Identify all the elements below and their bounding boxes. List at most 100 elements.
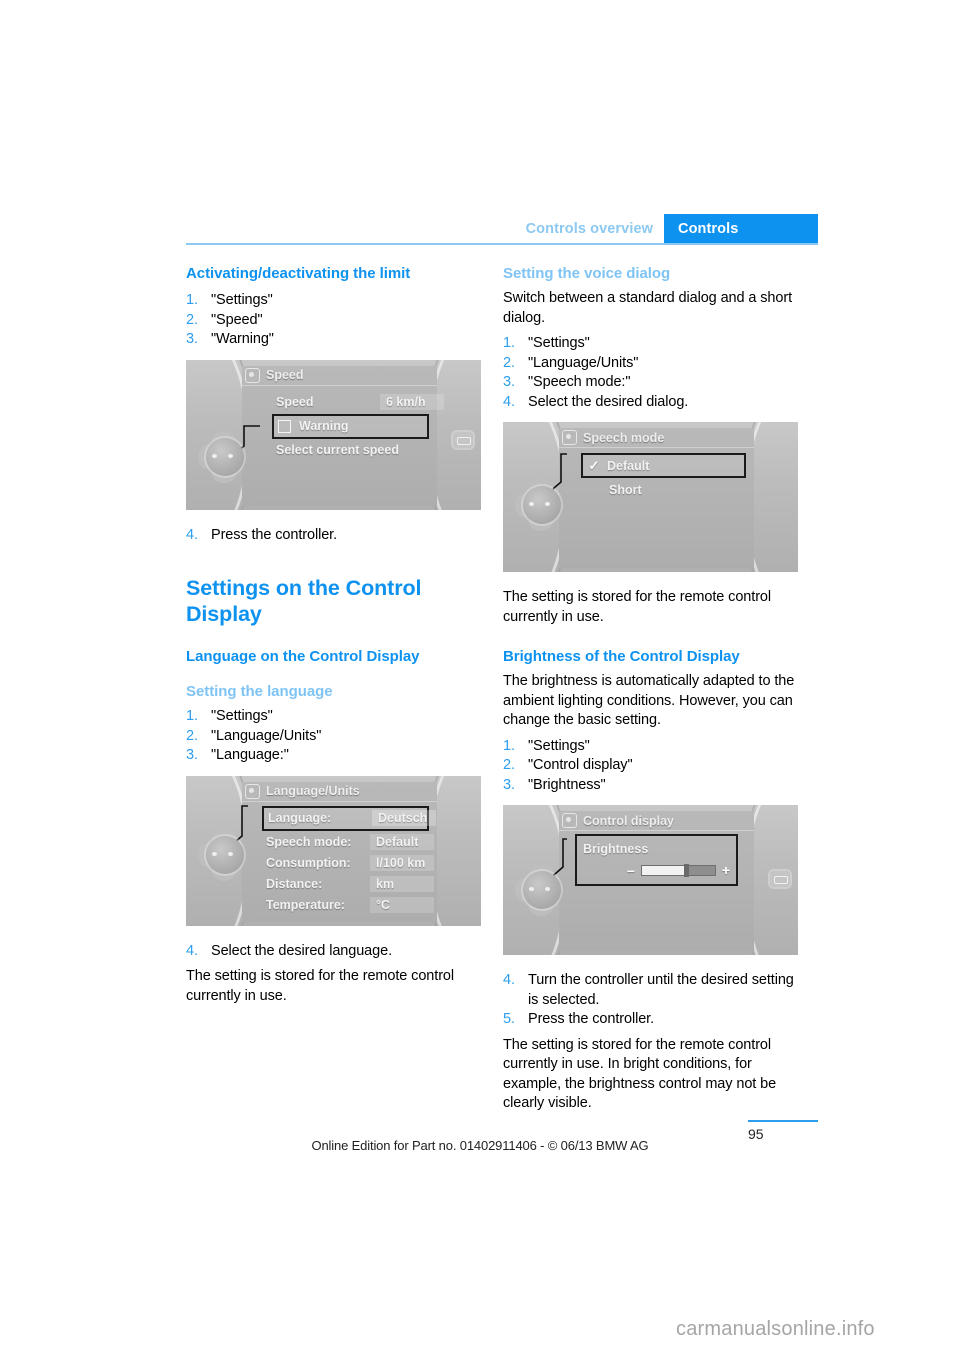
gear-icon bbox=[245, 783, 260, 799]
menu-row-short[interactable]: Short bbox=[585, 480, 744, 499]
step-text: "Brightness" bbox=[528, 776, 606, 793]
list-item: 1. "Settings" bbox=[186, 291, 483, 311]
page-header: Controls overview Controls bbox=[186, 214, 818, 244]
list-item: 4. Select the desired dialog. bbox=[503, 393, 800, 413]
step-number: 3. bbox=[186, 747, 198, 763]
page-number-rule bbox=[748, 1120, 818, 1122]
plus-icon[interactable]: + bbox=[722, 863, 730, 877]
row-label: Warning bbox=[299, 419, 349, 433]
gear-icon bbox=[245, 367, 260, 383]
list-item: 1. "Settings" bbox=[503, 737, 800, 757]
step-text: "Language/Units" bbox=[528, 354, 639, 371]
step-text: "Speech mode:" bbox=[528, 374, 631, 390]
screen-title: Control display bbox=[583, 813, 674, 828]
menu-row-consumption[interactable]: Consumption: l/100 km bbox=[266, 854, 434, 873]
menu-row-default[interactable]: ✓ Default bbox=[581, 453, 746, 478]
slider-thumb[interactable] bbox=[684, 863, 690, 877]
row-value: Deutsch bbox=[372, 810, 436, 826]
screen-body: ✓ Default Short bbox=[559, 447, 754, 568]
watermark: carmanualsonline.info bbox=[676, 1318, 875, 1340]
steps-select-language: 4. Select the desired language. bbox=[186, 942, 483, 962]
step-text: "Speed" bbox=[211, 311, 263, 328]
row-value: 6 km/h bbox=[380, 394, 444, 410]
footer-note: Online Edition for Part no. 01402911406 … bbox=[311, 1138, 649, 1153]
tab-controls[interactable]: Controls bbox=[664, 214, 818, 244]
tab-controls-overview[interactable]: Controls overview bbox=[515, 214, 664, 244]
step-text: "Language/Units" bbox=[211, 727, 322, 744]
step-number: 1. bbox=[186, 708, 198, 724]
list-item: 2. "Speed" bbox=[186, 311, 483, 331]
bezel-arc-icon bbox=[503, 422, 567, 572]
minus-icon[interactable]: – bbox=[627, 863, 635, 877]
bezel-arc-icon bbox=[186, 775, 250, 926]
list-item: 3. "Speech mode:" bbox=[503, 373, 800, 393]
list-item: 4. Turn the controller until the desired … bbox=[503, 971, 800, 1010]
screen-titlebar: Control display bbox=[559, 811, 754, 831]
right-column: Setting the voice dialog Switch between … bbox=[503, 264, 800, 1114]
step-text: "Settings" bbox=[211, 292, 273, 308]
step-number: 2. bbox=[503, 354, 515, 371]
figure-speed-screen: Speed Speed 6 km/h Warning Select curren… bbox=[186, 359, 481, 510]
figure-speech-mode-screen: Speech mode ✓ Default Short bbox=[503, 422, 798, 572]
step-text: "Warning" bbox=[211, 331, 274, 347]
menu-row-speech-mode[interactable]: Speech mode: Default bbox=[266, 833, 434, 852]
figure-control-display-screen: Control display Brightness – + bbox=[503, 805, 798, 955]
menu-button-icon bbox=[770, 871, 790, 887]
idrive-screen: Speed Speed 6 km/h Warning Select curren… bbox=[242, 365, 444, 506]
step-number: 2. bbox=[186, 727, 198, 744]
step-number: 2. bbox=[503, 757, 515, 773]
screen-title: Language/Units bbox=[266, 784, 360, 798]
row-label: Temperature: bbox=[266, 898, 345, 912]
step-number: 3. bbox=[503, 776, 515, 793]
list-item: 4. Press the controller. bbox=[186, 526, 483, 546]
menu-row-temperature[interactable]: Temperature: °C bbox=[266, 896, 434, 915]
brightness-control-group[interactable]: Brightness – + bbox=[575, 834, 738, 886]
screen-titlebar: Speech mode bbox=[559, 428, 754, 448]
step-text: "Control display" bbox=[528, 757, 633, 773]
screen-titlebar: Speed bbox=[242, 366, 437, 386]
list-item: 2. "Language/Units" bbox=[186, 727, 483, 747]
list-item: 2. "Language/Units" bbox=[503, 354, 800, 374]
menu-row-warning[interactable]: Warning bbox=[272, 413, 429, 439]
list-item: 3. "Warning" bbox=[186, 330, 483, 350]
menu-row-language[interactable]: Language: Deutsch bbox=[262, 805, 436, 831]
menu-row-distance[interactable]: Distance: km bbox=[266, 875, 434, 894]
heading-language-control-display: Language on the Control Display bbox=[186, 648, 420, 665]
slider-label: Brightness bbox=[583, 842, 649, 856]
slider-fill bbox=[641, 865, 685, 875]
manual-page: Controls overview Controls Activating/de… bbox=[0, 0, 960, 1358]
step-text: Select the desired language. bbox=[211, 942, 392, 959]
row-label: Consumption: bbox=[266, 856, 351, 870]
row-label: Language: bbox=[268, 811, 332, 825]
step-number: 4. bbox=[186, 942, 198, 959]
screen-title: Speed bbox=[266, 368, 304, 382]
brightness-slider[interactable]: – + bbox=[627, 863, 730, 877]
screen-body: Brightness – + bbox=[559, 830, 754, 951]
checkbox-icon[interactable] bbox=[278, 419, 291, 433]
step-text: Press the controller. bbox=[528, 1011, 655, 1027]
steps-brightness-continued: 4. Turn the controller until the desired … bbox=[503, 971, 800, 1030]
steps-activating-limit: 1. "Settings" 2. "Speed" 3. "Warning" bbox=[186, 291, 483, 350]
row-value: l/100 km bbox=[370, 855, 434, 871]
note-setting-stored: The setting is stored for the remote con… bbox=[186, 968, 455, 1004]
note-voice-setting-stored: The setting is stored for the remote con… bbox=[503, 589, 772, 625]
bezel-arc-icon bbox=[186, 359, 250, 510]
brightness-intro: The brightness is automatically adapted … bbox=[503, 673, 795, 728]
step-number: 1. bbox=[186, 292, 198, 308]
heading-setting-voice-dialog: Setting the voice dialog bbox=[503, 265, 671, 282]
idrive-screen: Speech mode ✓ Default Short bbox=[559, 428, 754, 568]
step-text: Turn the controller until the desired se… bbox=[528, 972, 794, 1008]
left-column: Activating/deactivating the limit 1. "Set… bbox=[186, 264, 483, 1006]
menu-row-speed[interactable]: Speed 6 km/h bbox=[276, 393, 444, 412]
idrive-screen: Control display Brightness – + bbox=[559, 811, 754, 951]
heading-brightness-control-display: Brightness of the Control Display bbox=[503, 648, 740, 665]
step-number: 3. bbox=[186, 331, 198, 347]
list-item: 3. "Brightness" bbox=[503, 776, 800, 796]
step-number: 2. bbox=[186, 311, 198, 328]
gear-icon bbox=[562, 430, 577, 445]
screen-hint: Select current speed bbox=[276, 442, 399, 457]
steps-press-controller: 4. Press the controller. bbox=[186, 526, 483, 546]
slider-track[interactable] bbox=[640, 863, 716, 877]
row-label: Speech mode: bbox=[266, 835, 352, 849]
list-item: 4. Select the desired language. bbox=[186, 942, 483, 962]
